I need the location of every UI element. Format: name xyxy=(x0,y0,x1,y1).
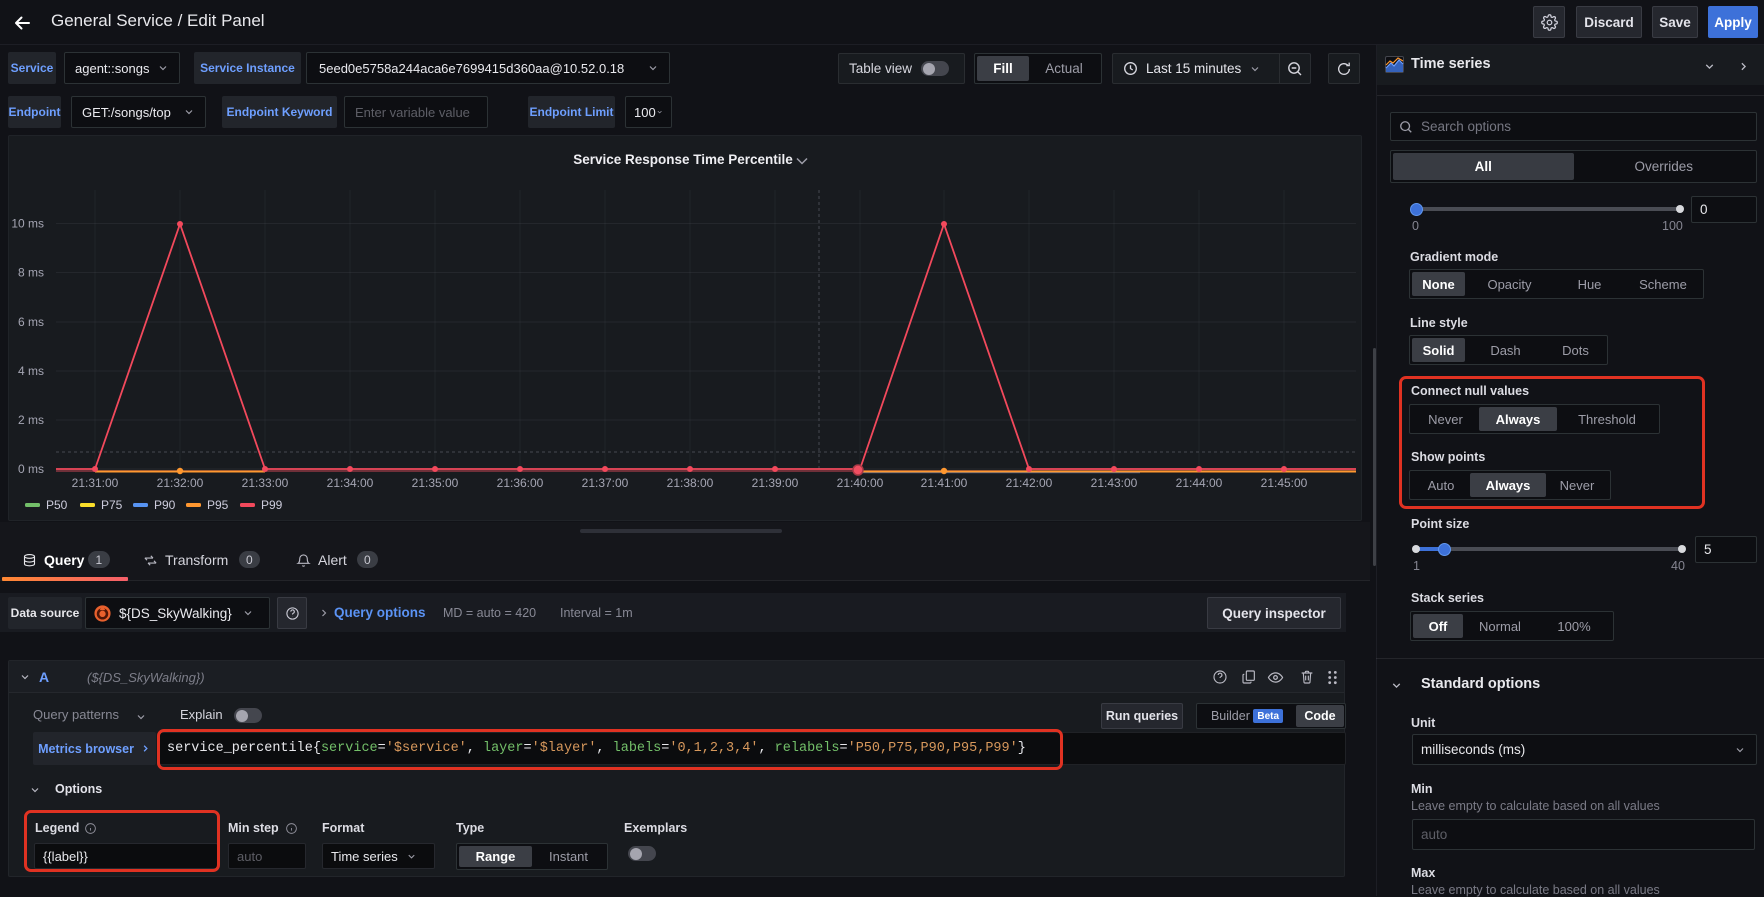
svg-text:P75: P75 xyxy=(101,498,123,512)
svg-text:21:42:00: 21:42:00 xyxy=(1006,476,1053,490)
svg-text:21:32:00: 21:32:00 xyxy=(157,476,204,490)
svg-text:21:41:00: 21:41:00 xyxy=(921,476,968,490)
svg-text:8 ms: 8 ms xyxy=(18,266,44,280)
svg-text:2 ms: 2 ms xyxy=(18,413,44,427)
svg-text:10 ms: 10 ms xyxy=(11,217,44,231)
svg-text:4 ms: 4 ms xyxy=(18,364,44,378)
svg-text:21:39:00: 21:39:00 xyxy=(752,476,799,490)
svg-text:21:43:00: 21:43:00 xyxy=(1091,476,1138,490)
svg-text:P99: P99 xyxy=(261,498,283,512)
svg-text:21:44:00: 21:44:00 xyxy=(1176,476,1223,490)
svg-text:P95: P95 xyxy=(207,498,229,512)
svg-text:P50: P50 xyxy=(46,498,68,512)
svg-text:21:37:00: 21:37:00 xyxy=(582,476,629,490)
svg-text:6 ms: 6 ms xyxy=(18,315,44,329)
svg-text:21:33:00: 21:33:00 xyxy=(242,476,289,490)
svg-text:21:31:00: 21:31:00 xyxy=(72,476,119,490)
svg-text:21:35:00: 21:35:00 xyxy=(412,476,459,490)
svg-text:Service Response Time Percenti: Service Response Time Percentile xyxy=(573,152,793,167)
svg-text:0 ms: 0 ms xyxy=(18,462,44,476)
svg-text:21:40:00: 21:40:00 xyxy=(837,476,884,490)
svg-text:21:36:00: 21:36:00 xyxy=(497,476,544,490)
svg-text:21:45:00: 21:45:00 xyxy=(1261,476,1308,490)
svg-text:21:34:00: 21:34:00 xyxy=(327,476,374,490)
svg-text:P90: P90 xyxy=(154,498,176,512)
svg-text:21:38:00: 21:38:00 xyxy=(667,476,714,490)
